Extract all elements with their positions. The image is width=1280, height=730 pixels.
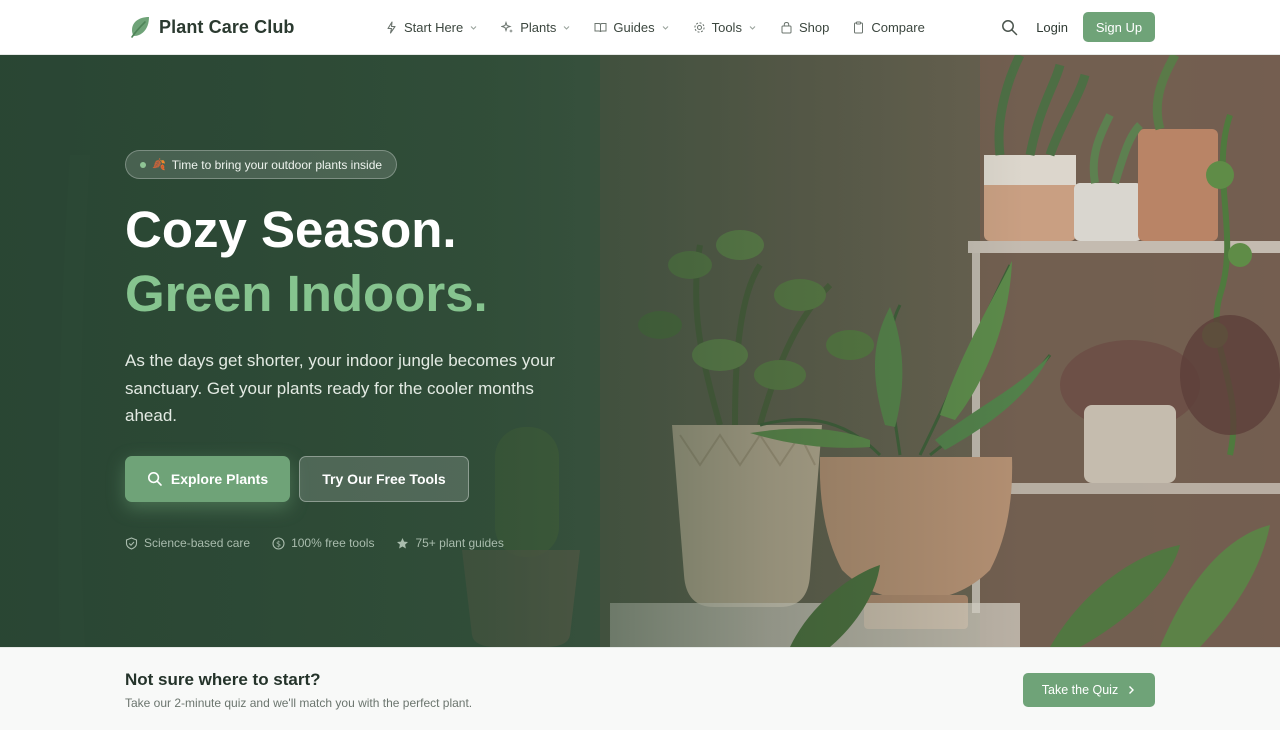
nav-actions: Login Sign Up <box>994 12 1155 42</box>
feature-item: 75+ plant guides <box>396 536 504 550</box>
top-navigation: Plant Care Club Start Here Plants Guides… <box>0 0 1280 55</box>
nav-item-tools[interactable]: Tools <box>693 20 757 35</box>
quiz-subtitle: Take our 2-minute quiz and we'll match y… <box>125 696 473 710</box>
signup-button[interactable]: Sign Up <box>1083 12 1155 42</box>
search-button[interactable] <box>994 12 1024 42</box>
hero-lede: As the days get shorter, your indoor jun… <box>125 351 555 425</box>
seasonal-announcement-pill: 🍂 Time to bring your outdoor plants insi… <box>125 150 398 179</box>
svg-text:$: $ <box>276 539 281 548</box>
take-quiz-button[interactable]: Take the Quiz <box>1023 673 1155 707</box>
take-quiz-label: Take the Quiz <box>1041 683 1119 697</box>
feature-label: Science-based care <box>144 536 251 550</box>
quiz-banner: Not sure where to start? Take our 2-minu… <box>0 647 1280 730</box>
star-icon <box>397 537 409 548</box>
feature-label: 100% free tools <box>291 536 375 550</box>
nav-item-start-here[interactable]: Start Here <box>385 20 478 35</box>
hero-headline-line1: Cozy Season. <box>125 201 457 258</box>
login-link[interactable]: Login <box>1036 20 1068 35</box>
feature-label: 75+ plant guides <box>415 536 504 550</box>
chevron-right-icon <box>1129 686 1135 694</box>
search-icon <box>147 471 162 486</box>
gear-icon <box>693 21 705 33</box>
hero-section: 🍂 Time to bring your outdoor plants insi… <box>0 55 1280 647</box>
status-dot <box>140 161 146 168</box>
main-menu: Start Here Plants Guides Tools Shop Comp… <box>385 0 925 54</box>
bag-icon <box>781 21 792 33</box>
chevron-down-icon <box>749 25 756 30</box>
try-free-tools-button[interactable]: Try Our Free Tools <box>299 456 469 502</box>
feature-item: Science-based care <box>125 536 250 550</box>
chevron-down-icon <box>662 25 668 30</box>
sparkle-icon <box>387 20 396 34</box>
pill-text: Time to bring your outdoor plants inside <box>171 157 383 172</box>
search-icon <box>1001 19 1017 35</box>
quiz-title: Not sure where to start? <box>125 670 321 689</box>
dollar-circle-icon: $ <box>272 536 285 550</box>
nav-item-label: Start Here <box>404 19 464 35</box>
book-icon <box>594 22 607 32</box>
nav-item-label: Shop <box>798 19 830 35</box>
nav-item-label: Tools <box>711 19 742 35</box>
hero-headline-line2: Green Indoors. <box>125 265 488 322</box>
chevron-down-icon <box>564 25 570 30</box>
nav-item-guides[interactable]: Guides <box>594 20 669 35</box>
explore-plants-label: Explore Plants <box>170 471 269 487</box>
nav-item-compare[interactable]: Compare <box>852 19 925 35</box>
nav-item-shop[interactable]: Shop <box>780 20 829 35</box>
nav-item-label: Compare <box>871 19 925 35</box>
nav-item-label: Plants <box>520 19 557 35</box>
chevron-down-icon <box>470 25 477 30</box>
leaf-logo-icon <box>131 17 149 38</box>
nav-item-label: Guides <box>613 19 655 35</box>
feature-item: $ 100% free tools <box>272 536 374 550</box>
brand-name: Plant Care Club <box>159 16 295 37</box>
feature-list: Science-based care $ 100% free tools 75+… <box>125 536 504 550</box>
brand[interactable]: Plant Care Club <box>129 15 295 39</box>
nav-item-plants[interactable]: Plants <box>501 20 571 35</box>
clipboard-icon <box>854 21 864 33</box>
fallen-leaf-icon: 🍂 <box>152 159 166 171</box>
sparkles-icon <box>501 20 514 33</box>
shield-check-icon <box>125 536 138 550</box>
explore-plants-button[interactable]: Explore Plants <box>125 456 290 502</box>
